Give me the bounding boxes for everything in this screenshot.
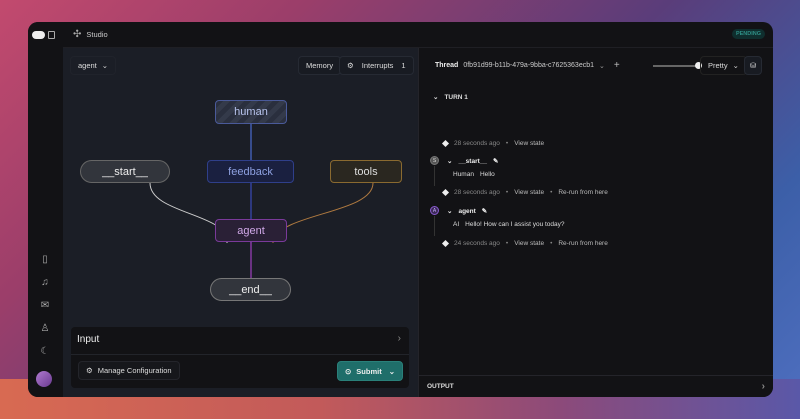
chevron-down-icon: ⌄	[447, 207, 452, 215]
turn-label: TURN 1	[444, 94, 467, 101]
message-text: Hello	[480, 171, 495, 178]
chevron-down-icon: ⌄	[599, 62, 605, 70]
manage-configuration-button[interactable]: ⚙ Manage Configuration	[78, 361, 180, 380]
avatar[interactable]	[36, 371, 52, 387]
app-title: Studio	[86, 30, 107, 39]
mail-icon[interactable]: ✉	[39, 300, 51, 312]
docs-icon[interactable]: ▯	[39, 254, 51, 266]
rerun-link[interactable]: Re-run from here	[558, 240, 608, 247]
submit-button[interactable]: ⊙ Submit ⌄	[337, 361, 403, 381]
node-start[interactable]: __start__	[80, 160, 170, 183]
step-header[interactable]: ⌄ __start__ ✎	[447, 157, 498, 165]
gear-icon: ⚙	[86, 366, 93, 375]
studio-window: ▯ ♫ ✉ ♙ ☾ ✣ Studio PENDING agent⌄ Memory…	[28, 22, 773, 397]
step-name: __start__	[458, 158, 487, 165]
thread-id: 0fb91d99-b11b-479a-9bba-c7625363ecb1	[463, 62, 594, 69]
chevron-right-icon[interactable]: ›	[762, 381, 765, 392]
graph-panel: agent⌄ Memory ⚙Interrupts1 human feedbac…	[63, 48, 418, 397]
add-user-icon[interactable]: ♙	[39, 323, 51, 335]
message: AI Hello! How can I assist you today?	[453, 221, 565, 228]
view-state-link[interactable]: View state	[514, 240, 544, 247]
checkpoint-row: 28 seconds ago•View state	[443, 140, 544, 147]
database-icon[interactable]: ⛁	[744, 56, 762, 75]
submit-label: Submit	[356, 367, 381, 376]
step-header[interactable]: ⌄ agent ✎	[447, 207, 487, 215]
edge-tools-agent	[273, 183, 373, 240]
view-state-link[interactable]: View state	[514, 189, 544, 196]
thread-panel: Thread 0fb91d99-b11b-479a-9bba-c7625363e…	[418, 48, 773, 397]
zoom-slider[interactable]	[653, 65, 699, 67]
view-mode-select[interactable]: Pretty ⌄	[700, 56, 747, 75]
checkpoint-time: 24 seconds ago	[454, 240, 500, 247]
thread-label: Thread	[435, 62, 458, 69]
sidebar: ▯ ♫ ✉ ♙ ☾	[28, 22, 63, 397]
notification-icon[interactable]: ♫	[39, 277, 51, 289]
step-avatar: A	[430, 206, 439, 215]
thread-selector[interactable]: Thread 0fb91d99-b11b-479a-9bba-c7625363e…	[435, 60, 620, 71]
input-panel: Input › ⚙ Manage Configuration ⊙ Submit ⌄	[71, 327, 409, 388]
message-role: Human	[453, 171, 474, 178]
manage-configuration-label: Manage Configuration	[98, 366, 172, 375]
chevron-down-icon: ⌄	[733, 61, 739, 70]
chevron-down-icon[interactable]: ⌄	[389, 367, 395, 376]
checkpoint-row: 24 seconds ago•View state•Re-run from he…	[443, 240, 608, 247]
view-mode-value: Pretty	[708, 61, 728, 70]
dark-mode-icon[interactable]: ☾	[39, 346, 51, 358]
checkpoint-icon	[442, 140, 449, 147]
step-name: agent	[458, 208, 475, 215]
node-end[interactable]: __end__	[210, 278, 291, 301]
add-thread-icon[interactable]: +	[614, 60, 620, 71]
edit-icon[interactable]: ✎	[493, 157, 498, 165]
message-text: Hello! How can I assist you today?	[465, 221, 564, 228]
checkpoint-icon	[442, 189, 449, 196]
output-panel-header[interactable]: OUTPUT ›	[419, 375, 773, 397]
checkpoint-time: 28 seconds ago	[454, 140, 500, 147]
message: Human Hello	[453, 171, 495, 178]
step-avatar: S	[430, 156, 439, 165]
node-human[interactable]: human	[215, 100, 287, 124]
message-role: AI	[453, 221, 459, 228]
top-bar: ✣ Studio PENDING	[63, 22, 773, 48]
status-badge: PENDING	[732, 29, 765, 39]
graph-edges	[63, 48, 418, 348]
checkpoint-row: 28 seconds ago•View state•Re-run from he…	[443, 189, 608, 196]
chevron-down-icon: ⌄	[447, 157, 452, 165]
chevron-down-icon: ⌄	[433, 93, 438, 101]
turn-header[interactable]: ⌄ TURN 1	[433, 93, 468, 101]
sidebar-toggle-icon[interactable]	[48, 31, 55, 39]
rerun-link[interactable]: Re-run from here	[558, 189, 608, 196]
logo-icon	[32, 31, 45, 39]
checkpoint-time: 28 seconds ago	[454, 189, 500, 196]
input-label[interactable]: Input	[77, 334, 99, 345]
node-feedback[interactable]: feedback	[207, 160, 294, 183]
play-icon: ⊙	[345, 367, 351, 376]
node-tools[interactable]: tools	[330, 160, 402, 183]
chevron-right-icon[interactable]: ›	[398, 333, 401, 344]
view-state-link[interactable]: View state	[514, 140, 544, 147]
edit-icon[interactable]: ✎	[482, 207, 487, 215]
node-agent[interactable]: agent	[215, 219, 287, 242]
studio-icon: ✣	[73, 29, 81, 40]
checkpoint-icon	[442, 240, 449, 247]
output-label: OUTPUT	[427, 383, 454, 390]
